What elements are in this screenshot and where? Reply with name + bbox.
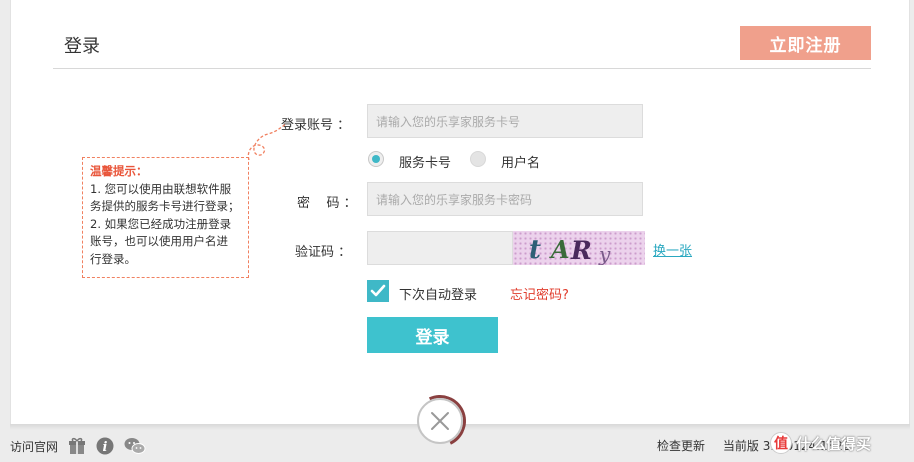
captcha-char-a: A <box>549 235 570 264</box>
tip-line: 账号，也可以使用用户名进 <box>90 234 228 248</box>
captcha-input[interactable] <box>367 231 513 265</box>
forgot-password-link[interactable]: 忘记密码? <box>510 284 569 303</box>
captcha-label: 验证码 ： <box>295 245 352 260</box>
check-update-link[interactable]: 检查更新 <box>657 439 705 453</box>
info-icon[interactable]: i <box>96 437 114 455</box>
tip-line: 行登录。 <box>90 251 136 266</box>
radio-username[interactable] <box>470 151 486 167</box>
curl-decoration-icon <box>247 123 287 161</box>
password-label: 密 码 ： <box>297 196 357 211</box>
tip-line: 2. 如果您已经成功注册登录 <box>90 216 232 231</box>
watermark-logo: 值 <box>770 432 792 454</box>
captcha-char-y: y <box>598 242 611 265</box>
password-input[interactable]: 请输入您的乐享家服务卡密码 <box>367 182 643 216</box>
svg-text:i: i <box>103 440 108 455</box>
page-title: 登录 <box>64 36 100 57</box>
version-label: 当前版 <box>722 439 759 453</box>
header-divider <box>53 68 871 69</box>
gift-icon[interactable] <box>68 437 86 455</box>
account-label: 登录账号 ： <box>281 118 351 133</box>
captcha-char-r: R <box>570 236 592 265</box>
radio-service-card-label: 服务卡号 <box>399 156 452 171</box>
radio-service-card[interactable] <box>368 151 384 167</box>
account-input[interactable]: 请输入您的乐享家服务卡号 <box>367 104 643 138</box>
tip-title: 温馨提示： <box>90 164 148 178</box>
close-button[interactable] <box>417 398 463 444</box>
tip-line: 1. 您可以使用由联想软件服 <box>90 181 232 196</box>
login-button[interactable]: 登录 <box>367 317 498 353</box>
register-button[interactable]: 立即注册 <box>740 26 871 60</box>
captcha-image[interactable]: t A R y <box>513 231 645 265</box>
close-icon <box>431 412 449 430</box>
auto-login-label: 下次自动登录 <box>399 288 478 303</box>
footer-left: 访问官网 i <box>10 437 146 455</box>
wechat-icon[interactable] <box>124 437 146 455</box>
official-site-link[interactable]: 访问官网 <box>10 438 58 455</box>
radio-username-label: 用户名 <box>501 156 541 171</box>
tip-box: 温馨提示： 1. 您可以使用由联想软件服 务提供的服务卡号进行登录； 2. 如果… <box>82 157 249 278</box>
watermark: 值 什么值得买 <box>770 424 914 462</box>
watermark-text: 什么值得买 <box>796 434 872 453</box>
tip-line: 务提供的服务卡号进行登录； <box>90 199 240 213</box>
refresh-captcha-link[interactable]: 换一张 <box>653 240 692 259</box>
auto-login-checkbox[interactable] <box>367 280 389 302</box>
captcha-char-t: t <box>529 235 541 265</box>
check-icon <box>370 284 386 297</box>
